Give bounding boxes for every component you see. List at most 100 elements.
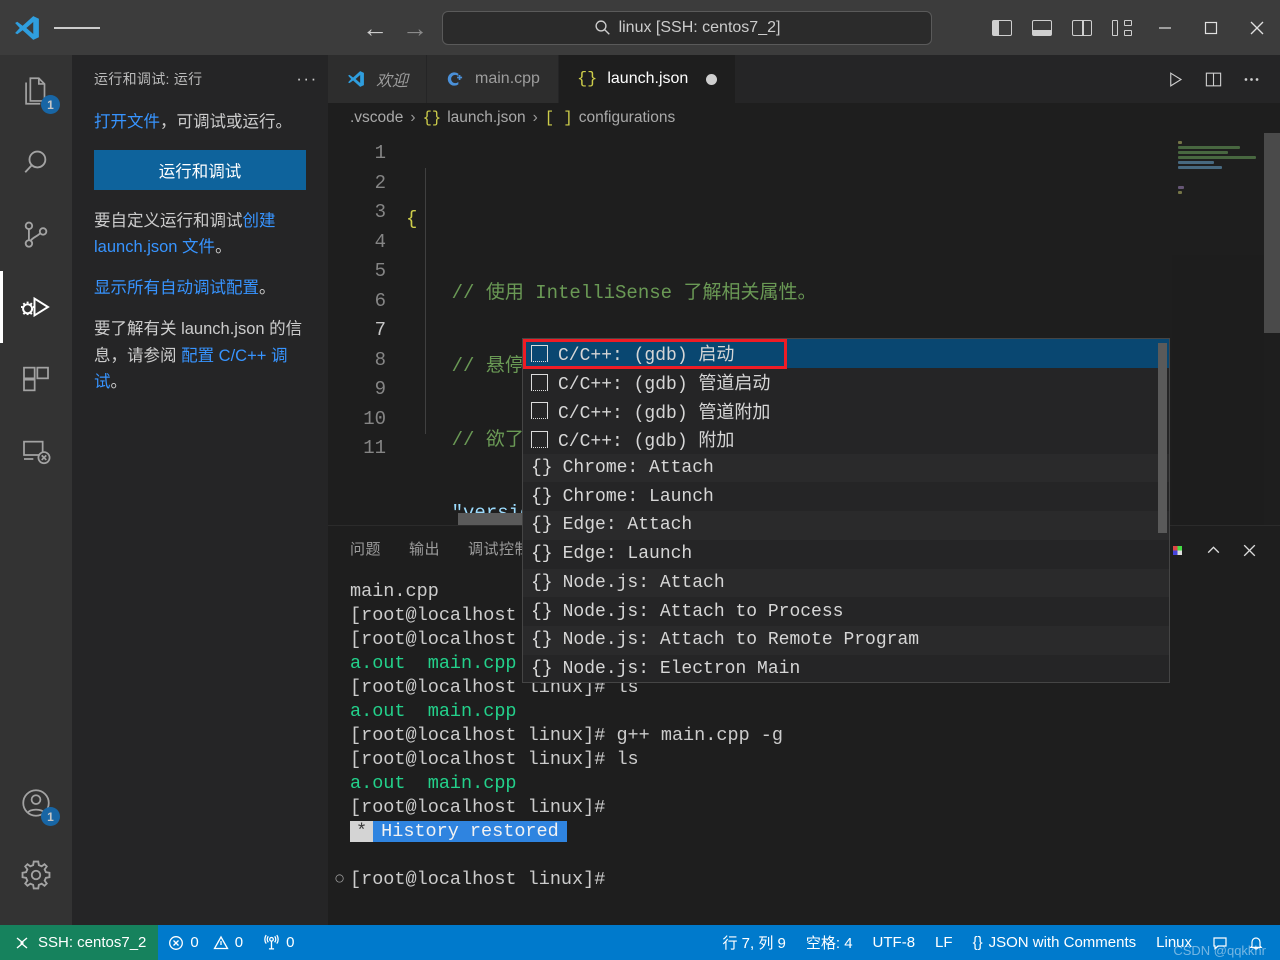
suggestion-label: C/C++: (gdb) 附加 [558, 432, 735, 453]
suggestion-item-cpp-gdb-attach[interactable]: C/C++: (gdb) 附加 [523, 425, 1169, 454]
problems-status-button[interactable]: 0 0 [158, 925, 253, 960]
suggest-scrollbar-thumb[interactable] [1158, 343, 1167, 533]
activity-bar: 1 1 [0, 55, 72, 925]
suggestion-item-cpp-gdb-launch[interactable]: C/C++: (gdb) 启动 [523, 339, 1169, 368]
sidebar-item-remote-explorer[interactable] [0, 415, 72, 487]
sidebar-item-search[interactable] [0, 127, 72, 199]
cursor-position-button[interactable]: 行 7, 列 9 [713, 925, 796, 960]
terminal-history-line: * History restored [350, 820, 1280, 844]
suggestion-item-node-electron-main[interactable]: {} Node.js: Electron Main [523, 655, 1169, 682]
sidebar-item-extensions[interactable] [0, 343, 72, 415]
more-actions-button[interactable] [1234, 62, 1268, 96]
sidebar-item-explorer[interactable]: 1 [0, 55, 72, 127]
eol-button[interactable]: LF [925, 925, 963, 960]
run-debug-sidebar: 运行和调试: 运行 ··· 打开文件，可调试或运行。 运行和调试 要自定义运行和… [72, 55, 328, 925]
show-all-configs-link[interactable]: 显示所有自动调试配置 [94, 279, 259, 297]
json-braces-icon: {} [576, 69, 598, 89]
sidebar-item-source-control[interactable] [0, 199, 72, 271]
forward-button[interactable]: → [402, 15, 428, 41]
terminal-current-prompt: ○ [root@localhost linux]# [334, 868, 1280, 892]
suggestion-item-node-attach-process[interactable]: {} Node.js: Attach to Process [523, 597, 1169, 626]
run-file-button[interactable] [1158, 62, 1192, 96]
suggestion-label: Chrome: Launch [562, 486, 714, 507]
manage-settings-button[interactable] [0, 839, 72, 911]
suggestion-item-edge-launch[interactable]: {} Edge: Launch [523, 540, 1169, 569]
menu-hamburger-button[interactable] [54, 23, 100, 32]
accounts-button[interactable]: 1 [0, 767, 72, 839]
feedback-button[interactable] [1202, 925, 1238, 960]
suggestion-item-node-attach[interactable]: {} Node.js: Attach [523, 568, 1169, 598]
scrollbar-thumb[interactable] [1264, 133, 1280, 333]
command-center-search[interactable]: linux [SSH: centos7_2] [442, 10, 932, 45]
suggestion-label: C/C++: (gdb) 启动 [558, 346, 735, 367]
cpp-icon [445, 69, 465, 89]
language-mode-button[interactable]: {} JSON with Comments [963, 925, 1147, 960]
terminal-line: a.out main.cpp [350, 701, 517, 722]
notifications-button[interactable] [1238, 925, 1274, 960]
tab-launch-json[interactable]: {} launch.json [558, 55, 737, 103]
code-line-2-text: // 使用 IntelliSense 了解相关属性。 [451, 281, 817, 304]
sidebar-more-actions-button[interactable]: ··· [292, 69, 322, 89]
open-file-paragraph: 打开文件，可调试或运行。 [94, 109, 306, 136]
platform-button[interactable]: Linux [1146, 925, 1202, 960]
panel-actions [1160, 533, 1280, 567]
toggle-panel-icon[interactable] [1022, 0, 1062, 55]
sidebar-content: 打开文件，可调试或运行。 运行和调试 要自定义运行和调试创建 launch.js… [72, 103, 328, 410]
editor-vertical-scrollbar[interactable] [1264, 133, 1280, 525]
ports-status-button[interactable]: 0 [253, 925, 304, 960]
minimap-line [1178, 166, 1222, 169]
minimap-lines [1172, 133, 1264, 204]
indentation-button[interactable]: 空格: 4 [796, 925, 863, 960]
open-file-link[interactable]: 打开文件 [94, 113, 160, 131]
encoding-button[interactable]: UTF-8 [863, 925, 926, 960]
suggestion-item-node-attach-remote[interactable]: {} Node.js: Attach to Remote Program [523, 625, 1169, 655]
minimap-line [1178, 161, 1214, 164]
vscode-logo-icon [346, 69, 366, 89]
suggestion-item-chrome-attach[interactable]: {} Chrome: Attach [523, 453, 1169, 483]
minimize-icon[interactable] [1142, 0, 1188, 55]
breadcrumb-configurations-label: configurations [578, 109, 676, 126]
panel-tab-problems[interactable]: 问题 [350, 538, 381, 563]
suggestion-item-edge-attach[interactable]: {} Edge: Attach [523, 511, 1169, 540]
chevron-right-icon: › [532, 109, 538, 126]
history-restored-label: History restored [373, 821, 567, 842]
toggle-primary-sidebar-icon[interactable] [982, 0, 1022, 55]
suggestion-label: Node.js: Electron Main [562, 658, 801, 679]
unsaved-dot-icon[interactable] [706, 73, 718, 85]
suggestion-item-cpp-gdb-pipe-attach[interactable]: C/C++: (gdb) 管道附加 [523, 396, 1169, 425]
search-icon [19, 146, 53, 180]
code-line-1-text: { [406, 208, 418, 230]
split-editor-button[interactable] [1196, 62, 1230, 96]
remote-label: SSH: centos7_2 [38, 934, 147, 951]
remote-indicator-button[interactable]: SSH: centos7_2 [0, 925, 159, 960]
suggestion-label: Chrome: Attach [562, 458, 714, 479]
toggle-secondary-sidebar-icon[interactable] [1062, 0, 1102, 55]
sidebar-item-run-and-debug[interactable] [0, 271, 72, 343]
run-and-debug-button[interactable]: 运行和调试 [94, 149, 306, 190]
title-bar: ← → linux [SSH: centos7_2] [0, 0, 1280, 55]
panel-tab-output[interactable]: 输出 [409, 538, 440, 563]
tab-main-cpp[interactable]: main.cpp [427, 55, 559, 103]
show-all-configs-suffix: 。 [259, 279, 276, 298]
radio-tower-icon [263, 934, 280, 951]
back-button[interactable]: ← [362, 15, 388, 41]
breadcrumb-item-configurations[interactable]: [ ] configurations [545, 109, 675, 127]
maximize-icon[interactable] [1188, 0, 1234, 55]
braces-icon: {} [531, 515, 553, 536]
open-file-rest: ，可调试或运行。 [160, 113, 292, 131]
suggestion-item-chrome-launch[interactable]: {} Chrome: Launch [523, 482, 1169, 511]
minimap[interactable] [1172, 133, 1264, 525]
suggestion-dropdown[interactable]: C/C++: (gdb) 启动 C/C++: (gdb) 管道启动 C/C++:… [522, 338, 1170, 683]
json-braces-icon: {} [972, 934, 983, 951]
customize-layout-icon[interactable] [1102, 0, 1142, 55]
suggestion-item-cpp-gdb-pipe-launch[interactable]: C/C++: (gdb) 管道启动 [523, 368, 1169, 397]
chevron-up-icon[interactable] [1196, 533, 1230, 567]
close-panel-icon[interactable] [1232, 533, 1266, 567]
tab-main-cpp-label: main.cpp [475, 70, 540, 87]
suggestion-label: Edge: Launch [562, 544, 693, 565]
line-number: 6 [374, 289, 386, 312]
breadcrumb-item-vscode[interactable]: .vscode [350, 109, 403, 127]
close-icon[interactable] [1234, 0, 1280, 55]
breadcrumb-item-launch-json[interactable]: {} launch.json [423, 109, 526, 127]
tab-welcome[interactable]: 欢迎 [328, 55, 428, 103]
